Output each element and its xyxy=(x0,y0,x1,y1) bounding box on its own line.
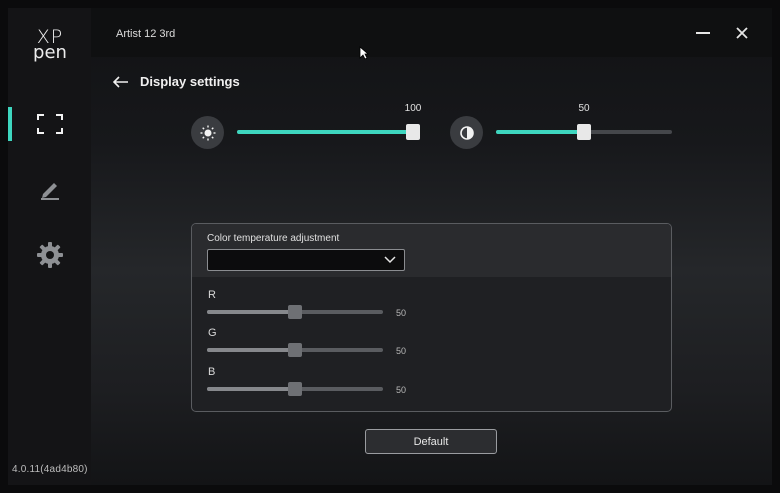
brightness-value: 100 xyxy=(404,103,422,114)
arrow-left-icon xyxy=(113,76,128,88)
contrast-badge xyxy=(450,116,483,149)
version-label: 4.0.11(4ad4b80) xyxy=(12,464,88,475)
minimize-icon xyxy=(696,32,710,34)
channel-r-thumb[interactable] xyxy=(288,305,302,319)
sidebar: XP pen 4.0.11(4ad4b80) xyxy=(8,8,91,485)
contrast-fill xyxy=(496,130,584,134)
brightness-fill xyxy=(237,130,413,134)
channel-r-label: R xyxy=(208,289,216,301)
color-temperature-header: Color temperature adjustment xyxy=(192,224,671,277)
channel-b-thumb[interactable] xyxy=(288,382,302,396)
channel-g-label: G xyxy=(208,327,217,339)
channel-b-value: 50 xyxy=(396,385,407,395)
chevron-down-icon xyxy=(384,256,396,264)
channel-g-slider[interactable] xyxy=(207,343,383,357)
channel-r-fill xyxy=(207,310,295,314)
sidebar-item-pen[interactable] xyxy=(8,172,91,206)
channel-g-thumb[interactable] xyxy=(288,343,302,357)
color-temperature-dropdown[interactable] xyxy=(207,249,405,271)
channel-b-fill xyxy=(207,387,295,391)
pen-icon xyxy=(40,183,59,200)
channel-r-value: 50 xyxy=(396,308,407,318)
close-button[interactable] xyxy=(730,22,754,44)
channel-g-value: 50 xyxy=(396,346,407,356)
channel-g-fill xyxy=(207,348,295,352)
channel-b-slider[interactable] xyxy=(207,382,383,396)
window-title: Artist 12 3rd xyxy=(116,28,176,40)
channel-b-label: B xyxy=(208,366,216,378)
contrast-value: 50 xyxy=(578,103,590,114)
brightness-slider[interactable]: 100 xyxy=(237,103,421,140)
channel-r-slider[interactable] xyxy=(207,305,383,319)
mouse-cursor-icon xyxy=(359,46,369,60)
contrast-icon xyxy=(459,125,474,140)
sidebar-item-display[interactable] xyxy=(8,107,91,141)
xppen-logo: XP pen xyxy=(30,28,70,62)
back-button[interactable] xyxy=(111,72,131,92)
default-button[interactable]: Default xyxy=(365,429,497,454)
brightness-thumb[interactable] xyxy=(406,124,420,140)
page-title: Display settings xyxy=(140,74,240,89)
contrast-slider[interactable]: 50 xyxy=(496,103,672,140)
color-temperature-panel: Color temperature adjustment R 50 G 50 B xyxy=(191,223,672,412)
titlebar: Artist 12 3rd xyxy=(91,8,772,57)
brightness-badge xyxy=(191,116,224,149)
main-panel: Artist 12 3rd Display settings 100 50 Co… xyxy=(91,8,772,485)
contrast-thumb[interactable] xyxy=(577,124,591,140)
sidebar-item-settings[interactable] xyxy=(8,238,91,272)
sun-icon xyxy=(200,125,215,140)
logo-text-bottom: pen xyxy=(33,42,67,63)
color-temperature-label: Color temperature adjustment xyxy=(207,233,340,244)
gear-icon xyxy=(36,242,63,268)
fullscreen-icon xyxy=(36,114,63,134)
close-icon xyxy=(736,27,748,39)
minimize-button[interactable] xyxy=(691,22,715,44)
